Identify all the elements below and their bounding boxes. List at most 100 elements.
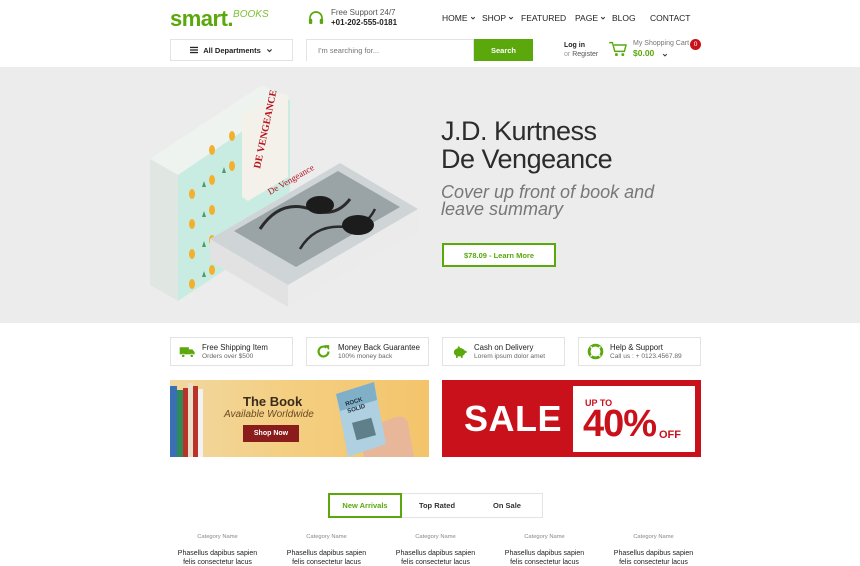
sale-off: OFF	[659, 429, 681, 441]
support-phone[interactable]: +01-202-555-0181	[331, 18, 397, 28]
headset-icon	[308, 11, 324, 24]
sale-banner[interactable]: SALE UP TO 40% OFF	[442, 380, 701, 457]
product-card[interactable]: Category Name Phasellus dapibus sapien f…	[279, 533, 374, 566]
sale-discount-box: UP TO 40% OFF	[573, 386, 695, 452]
feature-subtitle: Lorem ipsum dolor amet	[474, 352, 546, 360]
hero-banner: DE VENGEANCE De Vengeance J.D. Kurtness …	[0, 67, 860, 323]
book-promo-subtitle: Available Worldwide	[224, 409, 314, 420]
feature-subtitle: Call us : + 0123.4567.89	[610, 352, 682, 360]
nav-featured[interactable]: FEATURED	[521, 13, 575, 23]
hero-subtitle: Cover up front of book and leave summary	[441, 183, 654, 219]
feature-subtitle: Orders over $500	[202, 352, 254, 360]
product-name-line2: felis consectetur lacus	[401, 559, 470, 566]
product-card[interactable]: Category Name Phasellus dapibus sapien f…	[170, 533, 265, 566]
feature-title: Money Back Guarantee	[338, 342, 420, 352]
nav-shop-label: SHOP	[482, 13, 507, 23]
product-name[interactable]: Phasellus dapibus sapien felis consectet…	[279, 549, 374, 566]
nav-home-label: HOME	[442, 13, 468, 23]
book-promo-banner[interactable]: ROCK SOLID The Book Available Worldwide …	[170, 380, 429, 457]
product-category[interactable]: Category Name	[388, 533, 483, 541]
product-name-line1: Phasellus dapibus sapien	[177, 550, 258, 557]
menu-icon	[190, 46, 199, 54]
account-links: Log in or Register	[564, 41, 598, 59]
chevron-down-icon	[266, 48, 272, 52]
chevron-down-icon	[470, 16, 475, 20]
sale-text: SALE	[464, 398, 563, 439]
product-category[interactable]: Category Name	[606, 533, 701, 541]
product-name-line1: Phasellus dapibus sapien	[613, 550, 694, 557]
nav-contact-label: CONTACT	[650, 13, 691, 23]
nav-blog-label: BLOG	[612, 13, 636, 23]
chevron-down-icon	[662, 53, 668, 57]
nav-blog[interactable]: BLOG	[612, 13, 650, 23]
cart-label: My Shopping Cart	[633, 40, 690, 47]
piggy-bank-icon	[453, 345, 467, 358]
book-illustration: DE VENGEANCE De Vengeance	[150, 85, 418, 307]
nav-home[interactable]: HOME	[442, 13, 482, 23]
tab-on-sale[interactable]: On Sale	[472, 494, 542, 517]
search-button[interactable]: Search	[474, 39, 533, 61]
nav-featured-label: FEATURED	[521, 13, 567, 23]
departments-label: All Departments	[203, 45, 261, 55]
support-label: Free Support 24/7	[331, 8, 396, 17]
hero-title-line2: De Vengeance	[441, 144, 613, 174]
login-link[interactable]: Log in	[564, 41, 598, 50]
nav-page[interactable]: PAGE	[575, 13, 612, 23]
product-name[interactable]: Phasellus dapibus sapien felis consectet…	[497, 549, 592, 566]
product-card[interactable]: Category Name Phasellus dapibus sapien f…	[497, 533, 592, 566]
product-name[interactable]: Phasellus dapibus sapien felis consectet…	[388, 549, 483, 566]
feature-title: Cash on Delivery	[474, 342, 534, 352]
register-link[interactable]: Register	[572, 51, 598, 58]
sale-percent: 40%	[583, 403, 657, 445]
shop-now-button[interactable]: Shop Now	[243, 425, 299, 442]
feature-free-shipping: Free Shipping Item Orders over $500	[170, 337, 293, 366]
product-category[interactable]: Category Name	[279, 533, 374, 541]
product-name[interactable]: Phasellus dapibus sapien felis consectet…	[170, 549, 265, 566]
nav-shop[interactable]: SHOP	[482, 13, 521, 23]
product-category[interactable]: Category Name	[170, 533, 265, 541]
cart-icon	[609, 41, 627, 57]
hero-title-line1: J.D. Kurtness	[441, 116, 597, 146]
nav-page-label: PAGE	[575, 13, 598, 23]
learn-more-button[interactable]: $78.09 - Learn More	[442, 243, 556, 267]
chevron-down-icon	[508, 16, 514, 20]
tab-new-arrivals[interactable]: New Arrivals	[328, 493, 402, 518]
login-or: or	[564, 51, 571, 58]
logo-sub: BOOKS	[233, 9, 269, 20]
page: smart.BOOKS Free Support 24/7 +01-202-55…	[0, 0, 860, 566]
cart-count-badge: 0	[690, 39, 701, 50]
product-name-line2: felis consectetur lacus	[510, 559, 579, 566]
tab-top-rated[interactable]: Top Rated	[402, 494, 472, 517]
book-promo-title: The Book	[243, 394, 303, 409]
product-name-line2: felis consectetur lacus	[183, 559, 252, 566]
logo-main: smart	[170, 6, 228, 31]
nav-contact[interactable]: CONTACT	[650, 13, 690, 23]
search-field	[306, 39, 474, 61]
site-logo[interactable]: smart.BOOKS	[170, 6, 269, 31]
product-name-line1: Phasellus dapibus sapien	[286, 550, 367, 557]
chevron-down-icon	[600, 16, 606, 20]
departments-dropdown[interactable]: All Departments	[170, 39, 293, 61]
feature-help-support: Help & Support Call us : + 0123.4567.89	[578, 337, 701, 366]
main-nav: HOME SHOP FEATURED PAGE BLOG CONTACT	[442, 13, 690, 23]
feature-title: Free Shipping Item	[202, 342, 268, 352]
hero-subtitle-line2: leave summary	[441, 199, 564, 219]
shopping-cart[interactable]: My Shopping Cart $0.00 0	[608, 39, 701, 59]
feature-title: Help & Support	[610, 342, 663, 352]
feature-money-back: Money Back Guarantee 100% money back	[306, 337, 429, 366]
refresh-icon	[317, 345, 330, 358]
lifebuoy-icon	[587, 343, 604, 360]
search-input[interactable]	[307, 40, 473, 61]
product-name-line2: felis consectetur lacus	[619, 559, 688, 566]
product-card[interactable]: Category Name Phasellus dapibus sapien f…	[388, 533, 483, 566]
feature-cash-on-delivery: Cash on Delivery Lorem ipsum dolor amet	[442, 337, 565, 366]
product-category[interactable]: Category Name	[497, 533, 592, 541]
hero-title: J.D. Kurtness De Vengeance	[441, 116, 613, 174]
support-info: Free Support 24/7 +01-202-555-0181	[307, 8, 397, 28]
truck-icon	[179, 347, 195, 358]
feature-subtitle: 100% money back	[338, 352, 393, 360]
product-name-line1: Phasellus dapibus sapien	[504, 550, 585, 557]
product-card[interactable]: Category Name Phasellus dapibus sapien f…	[606, 533, 701, 566]
product-name-line2: felis consectetur lacus	[292, 559, 361, 566]
product-name[interactable]: Phasellus dapibus sapien felis consectet…	[606, 549, 701, 566]
